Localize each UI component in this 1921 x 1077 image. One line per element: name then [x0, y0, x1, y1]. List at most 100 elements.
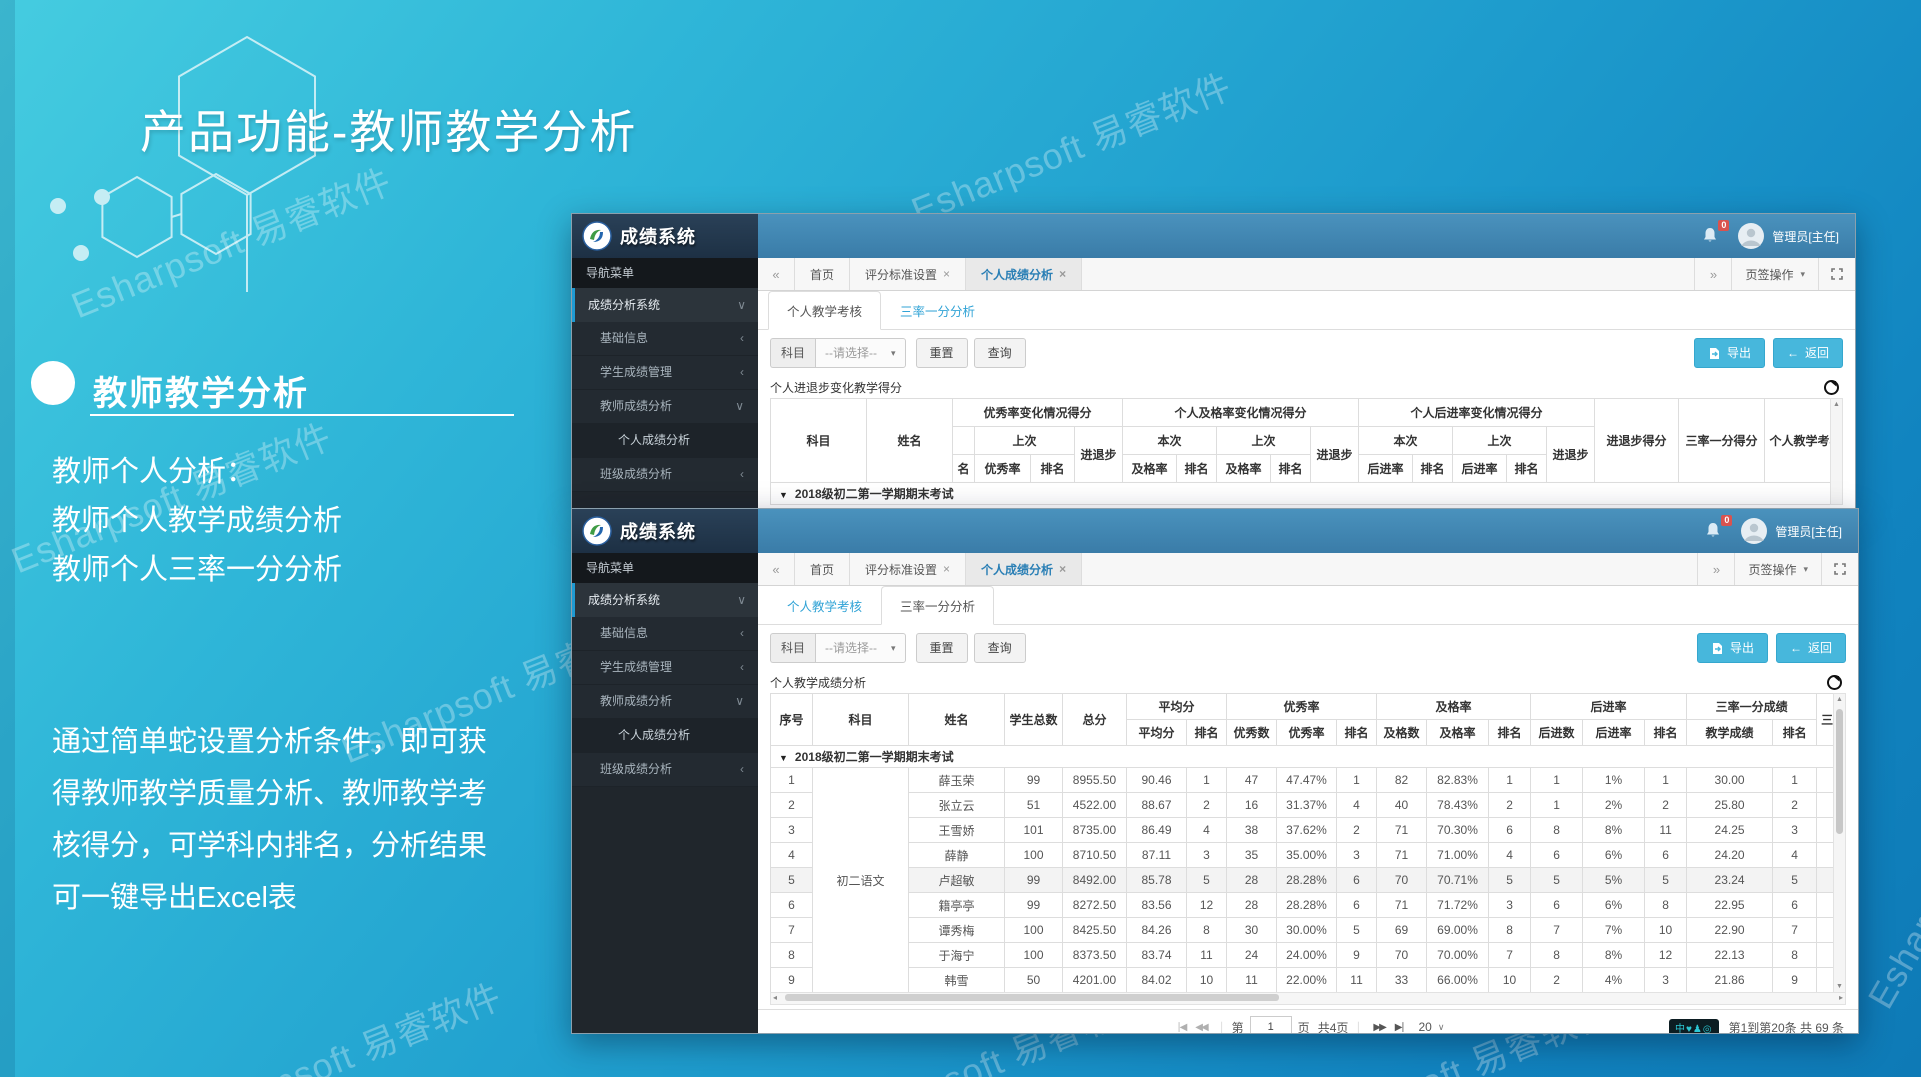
tab-home[interactable]: 首页 — [795, 553, 850, 585]
search-button[interactable]: 查询 — [974, 633, 1026, 663]
sidebar-item-student-scores[interactable]: 学生成绩管理‹ — [572, 356, 758, 390]
table-row[interactable]: 1初二语文薛玉荣998955.5090.4614747.47%18282.83%… — [771, 768, 1834, 793]
table-cell: 5% — [1583, 868, 1645, 893]
exam-group-row[interactable]: ▼2018级初二第一学期期末考试 — [771, 483, 1831, 505]
back-button[interactable]: ←返回 — [1773, 338, 1843, 368]
scroll-left-icon[interactable]: ◂ — [773, 993, 777, 1002]
tabs-scroll-right-icon[interactable]: » — [1697, 553, 1734, 585]
watermark: Esharpsoft 易睿软件 — [903, 58, 1239, 234]
scroll-up-icon[interactable]: ▲ — [1834, 696, 1845, 703]
tab-home[interactable]: 首页 — [795, 258, 850, 290]
table-row[interactable]: 7谭秀梅1008425.5084.2683030.00%56969.00%877… — [771, 918, 1834, 943]
table-row[interactable]: 5卢超敏998492.0085.7852828.28%67070.71%555%… — [771, 868, 1834, 893]
pager-first-icon[interactable]: ∣◀ — [1177, 1022, 1186, 1033]
table-cell: 5 — [1337, 918, 1377, 943]
table-cell: 薛静 — [909, 843, 1005, 868]
notification-bell-icon[interactable]: 0 — [1702, 227, 1720, 245]
tab-score-standard[interactable]: 评分标准设置× — [850, 553, 966, 585]
tabs-scroll-right-icon[interactable]: » — [1694, 258, 1731, 290]
table-row[interactable]: 6籍亭亭998272.5083.56122828.28%67171.72%366… — [771, 893, 1834, 918]
sidebar-item-score-analysis-system[interactable]: 成绩分析系统∨ — [572, 583, 758, 617]
sidebar-item-personal-analysis[interactable]: 个人成绩分析 — [572, 719, 758, 753]
tabs-scroll-left-icon[interactable]: « — [758, 258, 795, 290]
table-cell: 5 — [1187, 868, 1227, 893]
sidebar: 导航菜单 成绩分析系统∨ 基础信息‹ 学生成绩管理‹ 教师成绩分析∨ 个人成绩分… — [572, 553, 758, 1033]
sidebar-item-teacher-analysis[interactable]: 教师成绩分析∨ — [572, 685, 758, 719]
exam-group-row[interactable]: ▼2018级初二第一学期期末考试 — [771, 746, 1834, 768]
table-cell: 6% — [1583, 843, 1645, 868]
tabs-scroll-left-icon[interactable]: « — [758, 553, 795, 585]
pager-last-icon[interactable]: ▶∣ — [1395, 1022, 1404, 1033]
user-menu[interactable]: 管理员[主任] — [1738, 223, 1839, 249]
pager-prev-icon[interactable]: ◀◀ — [1195, 1022, 1206, 1033]
notification-bell-icon[interactable]: 0 — [1705, 522, 1723, 540]
close-icon[interactable]: × — [943, 562, 950, 576]
reset-button[interactable]: 重置 — [916, 633, 968, 663]
col-step: 进退步 — [1311, 427, 1359, 483]
table-cell: 张立云 — [909, 793, 1005, 818]
tab-personal-teaching-assessment[interactable]: 个人教学考核 — [768, 586, 881, 625]
scrollbar-thumb[interactable] — [1836, 709, 1843, 834]
sidebar-item-personal-analysis[interactable]: 个人成绩分析 — [572, 424, 758, 458]
table-row[interactable]: 3王雪娇1018735.0086.4943837.62%27170.30%688… — [771, 818, 1834, 843]
vertical-scrollbar[interactable]: ▲ — [1830, 398, 1843, 505]
panel-settings-icon[interactable] — [1824, 380, 1839, 395]
sidebar-item-teacher-analysis[interactable]: 教师成绩分析∨ — [572, 390, 758, 424]
page-number-input[interactable] — [1250, 1016, 1292, 1034]
table-cell: 47.47% — [1277, 768, 1337, 793]
sidebar-item-basic-info[interactable]: 基础信息‹ — [572, 322, 758, 356]
close-icon[interactable]: × — [1059, 562, 1066, 576]
select-placeholder: --请选择-- — [825, 634, 877, 662]
export-button[interactable]: 导出 — [1694, 338, 1765, 368]
col-rank: 排名 — [1337, 720, 1377, 746]
caret-down-icon: ▾ — [1803, 564, 1808, 575]
subject-select[interactable]: --请选择--▾ — [815, 633, 906, 663]
sidebar-item-label: 教师成绩分析 — [600, 390, 672, 423]
table-row[interactable]: 4薛静1008710.5087.1133535.00%37171.00%466%… — [771, 843, 1834, 868]
page-size-select[interactable]: 20∨ — [1418, 1020, 1444, 1034]
pager-next-icon[interactable]: ▶▶ — [1373, 1022, 1384, 1033]
table-row[interactable]: 8于海宁1008373.5083.74112424.00%97070.00%78… — [771, 943, 1834, 968]
horizontal-scrollbar[interactable]: ◂ ▸ — [770, 992, 1846, 1005]
panel-settings-icon[interactable] — [1827, 675, 1842, 690]
scroll-right-icon[interactable]: ▸ — [1839, 993, 1843, 1002]
tab-three-rate-one-score[interactable]: 三率一分分析 — [881, 291, 994, 330]
table-cell: 16 — [1227, 793, 1277, 818]
scrollbar-thumb[interactable] — [785, 994, 1279, 1001]
table-row[interactable]: 9韩雪504201.0084.02101122.00%113366.00%102… — [771, 968, 1834, 993]
tab-score-standard[interactable]: 评分标准设置× — [850, 258, 966, 290]
search-button[interactable]: 查询 — [974, 338, 1026, 368]
table-cell: 37.62% — [1277, 818, 1337, 843]
subject-select[interactable]: --请选择--▾ — [815, 338, 906, 368]
tab-operations-menu[interactable]: 页签操作▾ — [1734, 553, 1821, 585]
tab-strip: « 首页 评分标准设置× 个人成绩分析× » 页签操作▾ — [758, 258, 1855, 291]
sidebar-item-student-scores[interactable]: 学生成绩管理‹ — [572, 651, 758, 685]
col-behind-count: 后进数 — [1531, 720, 1583, 746]
col-prev: 上次 — [1217, 427, 1311, 455]
tab-personal-score-analysis[interactable]: 个人成绩分析× — [966, 258, 1082, 290]
vertical-scrollbar[interactable]: ▲ ▼ — [1833, 693, 1846, 993]
sidebar-item-class-analysis[interactable]: 班级成绩分析‹ — [572, 458, 758, 492]
tab-three-rate-one-score[interactable]: 三率一分分析 — [881, 586, 994, 625]
sidebar-item-class-analysis[interactable]: 班级成绩分析‹ — [572, 753, 758, 787]
back-button[interactable]: ←返回 — [1776, 633, 1846, 663]
export-button[interactable]: 导出 — [1697, 633, 1768, 663]
sidebar-item-score-analysis-system[interactable]: 成绩分析系统∨ — [572, 288, 758, 322]
scroll-up-icon[interactable]: ▲ — [1831, 401, 1842, 408]
fullscreen-icon[interactable] — [1821, 553, 1858, 585]
reset-button[interactable]: 重置 — [916, 338, 968, 368]
tab-operations-menu[interactable]: 页签操作▾ — [1731, 258, 1818, 290]
close-icon[interactable]: × — [943, 267, 950, 281]
tab-personal-score-analysis[interactable]: 个人成绩分析× — [966, 553, 1082, 585]
expand-icon: ▼ — [779, 753, 788, 763]
tab-personal-teaching-assessment[interactable]: 个人教学考核 — [768, 291, 881, 330]
scroll-down-icon[interactable]: ▼ — [1834, 983, 1845, 990]
table-row[interactable]: 2张立云514522.0088.6721631.37%44078.43%212%… — [771, 793, 1834, 818]
col-three-rate-cut: 三率一分 — [1817, 694, 1833, 746]
close-icon[interactable]: × — [1059, 267, 1066, 281]
table-cell: 1 — [1773, 768, 1817, 793]
exam-group-label: 2018级初二第一学期期末考试 — [795, 487, 954, 501]
sidebar-item-basic-info[interactable]: 基础信息‹ — [572, 617, 758, 651]
fullscreen-icon[interactable] — [1818, 258, 1855, 290]
user-menu[interactable]: 管理员[主任] — [1741, 518, 1842, 544]
